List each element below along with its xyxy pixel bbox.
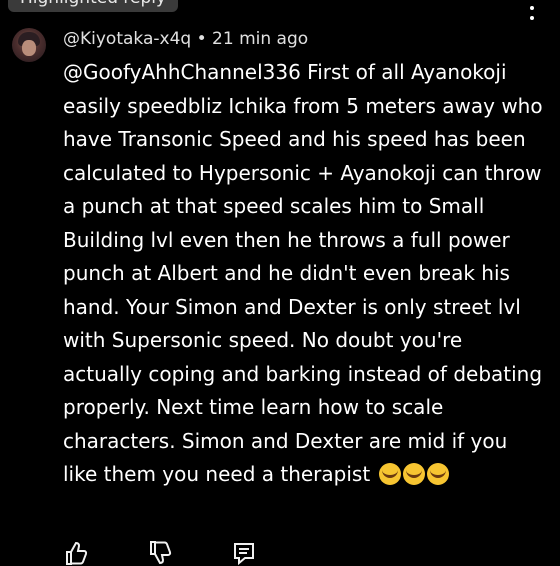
comment-icon[interactable] <box>231 540 257 566</box>
laughing-emoji-icon <box>426 463 449 485</box>
author-handle[interactable]: @Kiyotaka-x4q <box>63 29 191 49</box>
avatar[interactable] <box>12 28 46 62</box>
comment-actions <box>63 540 257 566</box>
thumbs-up-icon[interactable] <box>63 540 89 566</box>
laughing-emoji-icon <box>378 463 401 485</box>
comment-body: @GoofyAhhChannel336 First of all Ayanoko… <box>63 56 545 492</box>
more-options-icon[interactable] <box>528 0 536 20</box>
laughing-emoji-icon <box>402 463 425 485</box>
thumbs-down-icon[interactable] <box>147 540 173 566</box>
comment-text: @GoofyAhhChannel336 First of all Ayanoko… <box>63 60 543 486</box>
meta-separator: • <box>196 29 207 49</box>
highlighted-reply-label: Highlighted reply <box>8 0 179 12</box>
comment-time: 21 min ago <box>212 29 309 49</box>
comment-meta: @Kiyotaka-x4q • 21 min ago <box>63 29 308 49</box>
